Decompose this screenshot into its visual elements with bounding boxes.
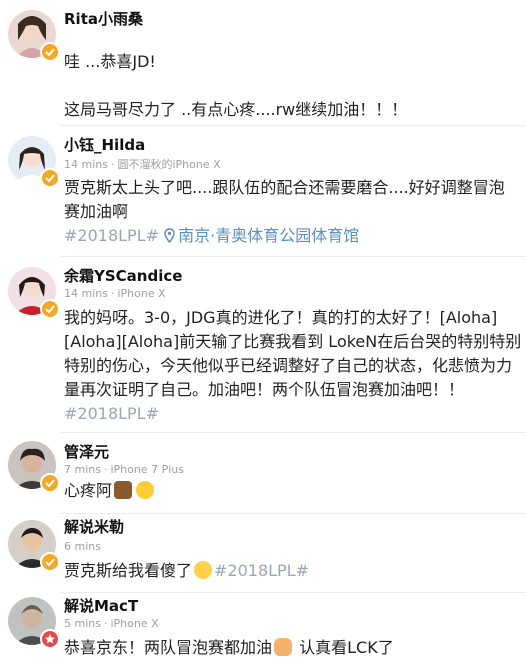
post-meta: 7 mins · iPhone 7 Plus bbox=[64, 463, 184, 476]
hashtag-link[interactable]: #2018LPL# bbox=[64, 226, 159, 245]
username[interactable]: 管泽元 bbox=[64, 441, 109, 462]
username[interactable]: 解说MacT bbox=[64, 595, 138, 616]
shocked-emoji-icon bbox=[194, 561, 213, 579]
horse-emoji-icon bbox=[114, 481, 133, 499]
username[interactable]: 解说米勒 bbox=[64, 516, 124, 537]
timestamp: 14 mins bbox=[64, 287, 108, 300]
separator: · bbox=[103, 463, 108, 476]
comment-text: 心疼阿 bbox=[64, 479, 524, 503]
timestamp: 5 mins bbox=[64, 617, 101, 630]
comment-item: 小钰_Hilda 14 mins · 圆不溜秋的iPhone X 贾克斯太上头了吧.… bbox=[0, 126, 526, 256]
timestamp: 6 mins bbox=[64, 540, 101, 553]
separator: · bbox=[103, 617, 108, 630]
location-link[interactable]: 南京·青奥体育公园体育馆 bbox=[164, 226, 359, 245]
timestamp: 14 mins bbox=[64, 158, 108, 171]
verified-badge-icon bbox=[40, 42, 60, 62]
verified-badge-icon bbox=[40, 473, 60, 493]
verified-badge-icon bbox=[40, 168, 60, 188]
username[interactable]: 余霜YSCandice bbox=[64, 265, 182, 286]
separator: · bbox=[110, 287, 115, 300]
timestamp: 7 mins bbox=[64, 463, 101, 476]
comment-item: 解说MacT 5 mins · iPhone X 恭喜京东！两队冒泡赛都加油 认真看… bbox=[0, 593, 526, 669]
hashtag-link[interactable]: #2018LPL# bbox=[64, 404, 159, 423]
comment-text: 我的妈呀。3-0，JDG真的进化了！真的打的太好了！[Aloha] [Aloha… bbox=[64, 308, 522, 423]
post-meta: 5 mins · iPhone X bbox=[64, 617, 159, 630]
username[interactable]: Rita小雨桑 bbox=[64, 8, 143, 29]
location-pin-icon bbox=[164, 228, 175, 244]
comment-text: 贾克斯给我看傻了 #2018LPL# bbox=[64, 561, 310, 580]
post-meta: 14 mins · 圆不溜秋的iPhone X bbox=[64, 156, 221, 172]
source-device: iPhone X bbox=[110, 617, 159, 630]
comment-item: Rita小雨桑 哇 ...恭喜JD! 这局马哥尽力了 ..有点心疼....rw继… bbox=[0, 0, 526, 125]
separator: · bbox=[110, 158, 115, 171]
verified-badge-icon bbox=[40, 629, 60, 649]
comment-item: 管泽元 7 mins · iPhone 7 Plus 心疼阿 bbox=[0, 433, 526, 513]
comment-item: 解说米勒 6 mins 贾克斯给我看傻了 #2018LPL# bbox=[0, 514, 526, 592]
source-device: iPhone X bbox=[117, 287, 166, 300]
verified-badge-icon bbox=[40, 552, 60, 572]
post-meta: 6 mins bbox=[64, 540, 101, 553]
verified-badge-icon bbox=[40, 299, 60, 319]
comment-text: 哇 ...恭喜JD! 这局马哥尽力了 ..有点心疼....rw继续加油！！！ bbox=[64, 52, 408, 119]
fist-emoji-icon bbox=[274, 638, 293, 656]
comment-item: 余霜YSCandice 14 mins · iPhone X 我的妈呀。3-0，JD… bbox=[0, 257, 526, 432]
hashtag-link[interactable]: #2018LPL# bbox=[214, 561, 309, 580]
username[interactable]: 小钰_Hilda bbox=[64, 134, 145, 155]
source-device: 圆不溜秋的iPhone X bbox=[117, 158, 221, 171]
cry-laugh-emoji-icon bbox=[136, 481, 155, 499]
post-meta: 14 mins · iPhone X bbox=[64, 287, 166, 300]
comment-text: 恭喜京东！两队冒泡赛都加油 认真看LCK了 bbox=[64, 638, 394, 657]
comment-text: 贾克斯太上头了吧....跟队伍的配合还需要磨合....好好调整冒泡 赛加油啊 #… bbox=[64, 178, 505, 245]
source-device: iPhone 7 Plus bbox=[110, 463, 184, 476]
